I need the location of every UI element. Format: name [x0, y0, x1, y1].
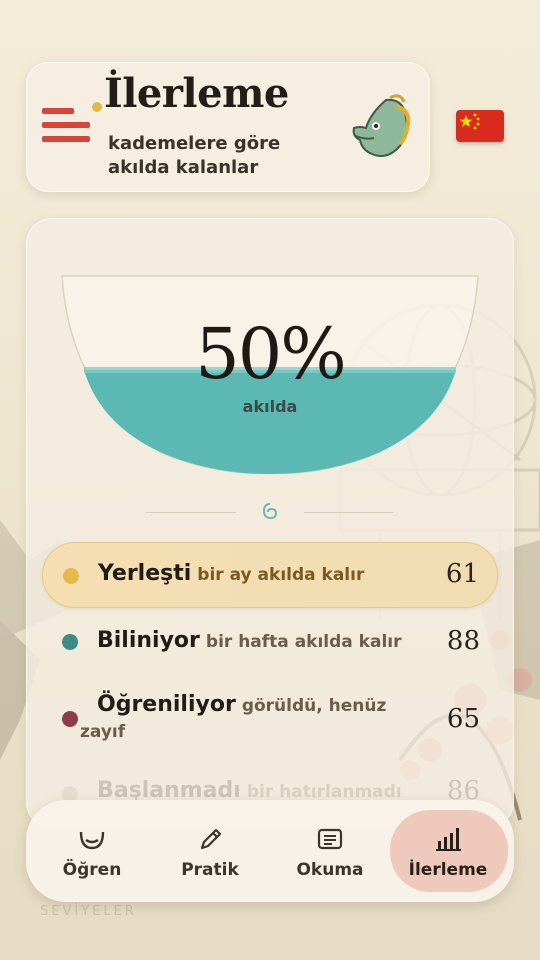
- progress-card: 50% akılda Yerleşti bir ay akılda kalır 6…: [26, 218, 514, 828]
- nav-learn[interactable]: Öğren: [32, 800, 152, 902]
- stage-dot: [62, 711, 78, 727]
- nav-practice[interactable]: Pratik: [150, 800, 270, 902]
- stage-name: Yerleşti bir ay akılda kalır: [98, 561, 365, 586]
- stage-dot: [62, 634, 78, 650]
- stage-desc-continued: zayıf: [80, 722, 126, 742]
- nav-reading[interactable]: Okuma: [270, 800, 390, 902]
- china-flag-icon: [459, 113, 480, 130]
- stage-desc: görüldü, henüz: [241, 696, 387, 716]
- stage-row-known[interactable]: Biliniyor bir hafta akılda kalır 88: [42, 608, 498, 674]
- page-subtitle: kademelere göre akılda kalanlar: [108, 133, 281, 178]
- dragon-mascot-icon: [352, 94, 411, 157]
- language-flag-button[interactable]: [456, 110, 504, 142]
- stage-desc: bir hafta akılda kalır: [205, 632, 402, 652]
- retention-percent: 50%: [195, 313, 347, 395]
- stage-row-learning[interactable]: Öğreniliyor görüldü, henüz zayıf 65: [42, 682, 498, 762]
- footer-ghost-text: SEVİYELER: [40, 904, 137, 919]
- reading-icon: [317, 828, 343, 850]
- swirl-ornament-icon: [262, 503, 278, 520]
- stage-name: Biliniyor bir hafta akılda kalır: [97, 628, 402, 653]
- stage-dot: [63, 568, 79, 584]
- stage-desc: bir ay akılda kalır: [197, 565, 365, 585]
- retention-label: akılda: [242, 397, 298, 416]
- stage-row-settled[interactable]: Yerleşti bir ay akılda kalır 61: [42, 542, 498, 608]
- nav-label: İlerleme: [408, 860, 488, 880]
- menu-icon[interactable]: [42, 102, 102, 148]
- stage-count: 88: [446, 626, 480, 656]
- stage-count: 65: [446, 704, 480, 734]
- header-card: İlerleme kademelere göre akılda kalanlar: [26, 62, 430, 192]
- stage-desc: bir hatırlanmadı: [246, 782, 402, 802]
- nav-label: Okuma: [296, 860, 364, 880]
- nav-label: Pratik: [181, 860, 239, 880]
- page-title: İlerleme: [104, 70, 289, 117]
- learn-icon: [79, 831, 105, 850]
- divider: [146, 512, 236, 513]
- divider: [304, 512, 394, 513]
- stage-count: 61: [445, 559, 479, 589]
- bar-chart-icon: [436, 828, 461, 851]
- bottom-nav: Öğren Pratik Okuma İlerleme: [26, 800, 514, 902]
- pencil-icon: [200, 828, 222, 850]
- nav-progress[interactable]: İlerleme: [388, 800, 508, 902]
- nav-label: Öğren: [62, 860, 122, 880]
- stage-name: Öğreniliyor görüldü, henüz: [97, 692, 387, 717]
